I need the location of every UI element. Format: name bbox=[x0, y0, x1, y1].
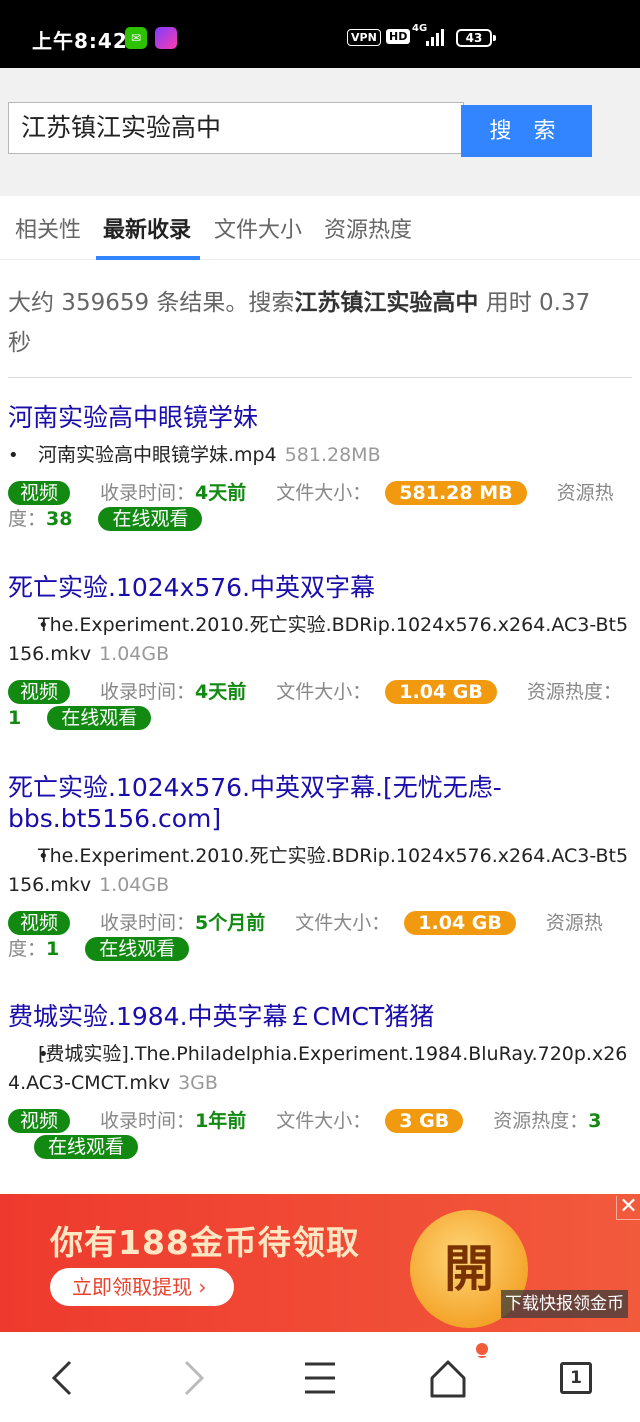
tab-relevance[interactable]: 相关性 bbox=[15, 212, 81, 244]
result-file: • 河南实验高中眼镜学妹.mp4 581.28MB bbox=[8, 441, 632, 470]
result-title[interactable]: 费城实验.1984.中英字幕￡CMCT猪猪 bbox=[8, 1001, 632, 1032]
sort-tabs: 相关性 最新收录 文件大小 资源热度 bbox=[0, 196, 640, 260]
result-file: • The.Experiment.2010.死亡实验.BDRip.1024x576… bbox=[8, 611, 632, 669]
size-badge: 3 GB bbox=[385, 1109, 464, 1133]
indexed-value: 5个月前 bbox=[195, 912, 266, 934]
heat-value: 38 bbox=[46, 508, 73, 530]
bottom-nav: 1 bbox=[0, 1332, 640, 1422]
indexed-label: 收录时间： bbox=[100, 1110, 196, 1132]
watch-online-button[interactable]: 在线观看 bbox=[34, 1135, 139, 1159]
tab-newest[interactable]: 最新收录 bbox=[103, 212, 191, 244]
result-item: 费城实验.1984.中英字幕￡CMCT猪猪 • [费城实验].The.Philad… bbox=[8, 1001, 632, 1160]
tabs-button[interactable]: 1 bbox=[552, 1356, 600, 1400]
result-item: 死亡实验.1024x576.中英双字幕.[无忧无虑-bbs.bt5156.com… bbox=[8, 772, 632, 962]
result-title[interactable]: 河南实验高中眼镜学妹 bbox=[8, 402, 632, 433]
status-bar: 上午8:42 ✉ VPN HD 4G 43 bbox=[0, 0, 640, 68]
video-badge: 视频 bbox=[8, 481, 71, 505]
summary-query: 江苏镇江实验高中 bbox=[294, 290, 479, 316]
video-badge: 视频 bbox=[8, 911, 71, 935]
file-size: 1.04GB bbox=[99, 643, 170, 665]
notification-dot-icon bbox=[476, 1343, 488, 1355]
file-name: [费城实验].The.Philadelphia.Experiment.1984.… bbox=[8, 1043, 628, 1094]
summary-prefix: 大约 359659 条结果。搜索 bbox=[8, 290, 295, 316]
menu-icon[interactable] bbox=[296, 1356, 344, 1400]
result-title[interactable]: 死亡实验.1024x576.中英双字幕 bbox=[8, 572, 632, 603]
active-tab-indicator bbox=[96, 256, 200, 260]
bullet-icon: • bbox=[8, 445, 19, 466]
home-icon[interactable] bbox=[424, 1356, 490, 1400]
heat-value: 3 bbox=[588, 1110, 602, 1132]
file-size: 581.28MB bbox=[284, 444, 381, 466]
tab-count: 1 bbox=[560, 1362, 592, 1394]
indexed-label: 收录时间： bbox=[100, 681, 196, 703]
result-meta: 视频 收录时间：5个月前 文件大小： 1.04 GB 资源热度：1 在线观看 bbox=[8, 910, 632, 962]
video-badge: 视频 bbox=[8, 1109, 71, 1133]
size-badge: 581.28 MB bbox=[385, 481, 527, 505]
indexed-label: 收录时间： bbox=[100, 912, 196, 934]
watch-online-button[interactable]: 在线观看 bbox=[47, 706, 152, 730]
signal-icon bbox=[426, 28, 448, 46]
divider bbox=[8, 377, 632, 378]
hd-icon: HD bbox=[386, 29, 411, 44]
result-file: • [费城实验].The.Philadelphia.Experiment.1984… bbox=[8, 1040, 632, 1098]
indexed-value: 4天前 bbox=[195, 482, 247, 504]
file-size: 3GB bbox=[178, 1072, 218, 1094]
filesize-label: 文件大小： bbox=[276, 681, 372, 703]
indexed-label: 收录时间： bbox=[100, 482, 196, 504]
watch-online-button[interactable]: 在线观看 bbox=[85, 937, 190, 961]
result-item: 河南实验高中眼镜学妹 • 河南实验高中眼镜学妹.mp4 581.28MB 视频 收录时… bbox=[8, 402, 632, 532]
filesize-label: 文件大小： bbox=[276, 482, 372, 504]
bullet-icon: • bbox=[38, 615, 49, 636]
indexed-value: 1年前 bbox=[195, 1110, 247, 1132]
app-notification-icon bbox=[155, 27, 177, 49]
search-bar: 江苏镇江实验高中 搜 索 bbox=[0, 68, 640, 196]
file-name: 河南实验高中眼镜学妹.mp4 bbox=[38, 444, 277, 466]
tab-popularity[interactable]: 资源热度 bbox=[324, 212, 412, 244]
video-badge: 视频 bbox=[8, 680, 71, 704]
result-meta: 视频 收录时间：4天前 文件大小： 1.04 GB 资源热度： 1 在线观看 bbox=[8, 679, 632, 731]
result-meta: 视频 收录时间：4天前 文件大小： 581.28 MB 资源热度：38 在线观看 bbox=[8, 480, 632, 532]
result-meta: 视频 收录时间：1年前 文件大小： 3 GB 资源热度：3 在线观看 bbox=[8, 1108, 632, 1160]
heat-label: 资源热度： bbox=[526, 681, 622, 703]
result-title[interactable]: 死亡实验.1024x576.中英双字幕.[无忧无虑-bbs.bt5156.com… bbox=[8, 772, 632, 834]
status-time: 上午8:42 bbox=[32, 29, 128, 53]
filesize-label: 文件大小： bbox=[295, 912, 391, 934]
watch-online-button[interactable]: 在线观看 bbox=[98, 507, 203, 531]
result-file: • The.Experiment.2010.死亡实验.BDRip.1024x576… bbox=[8, 842, 632, 900]
size-badge: 1.04 GB bbox=[385, 680, 497, 704]
result-summary: 大约 359659 条结果。搜索江苏镇江实验高中 用时 0.37秒 bbox=[8, 283, 608, 363]
bullet-icon: • bbox=[38, 846, 49, 867]
ad-caption: 下载快报领金币 bbox=[501, 1290, 628, 1318]
vpn-icon: VPN bbox=[347, 29, 381, 46]
indexed-value: 4天前 bbox=[195, 681, 247, 703]
ad-claim-button[interactable]: 立即领取提现 › bbox=[50, 1268, 234, 1306]
search-button[interactable]: 搜 索 bbox=[461, 105, 592, 157]
back-icon[interactable] bbox=[40, 1356, 88, 1400]
bullet-icon: • bbox=[38, 1044, 49, 1065]
wechat-icon: ✉ bbox=[125, 27, 147, 49]
ad-headline: 你有188金币待领取 bbox=[50, 1223, 360, 1262]
size-badge: 1.04 GB bbox=[404, 911, 516, 935]
heat-value: 1 bbox=[46, 938, 60, 960]
file-size: 1.04GB bbox=[99, 874, 170, 896]
filesize-label: 文件大小： bbox=[276, 1110, 372, 1132]
heat-label: 资源热度： bbox=[493, 1110, 589, 1132]
ad-close-icon[interactable]: ✕ bbox=[616, 1196, 640, 1220]
forward-icon[interactable] bbox=[168, 1356, 216, 1400]
network-type-icon: 4G bbox=[412, 23, 428, 34]
search-input[interactable]: 江苏镇江实验高中 bbox=[8, 102, 464, 154]
heat-value: 1 bbox=[8, 707, 22, 729]
tab-file-size[interactable]: 文件大小 bbox=[214, 212, 302, 244]
result-item: 死亡实验.1024x576.中英双字幕 • The.Experiment.2010… bbox=[8, 572, 632, 731]
battery-icon: 43 bbox=[456, 29, 496, 47]
